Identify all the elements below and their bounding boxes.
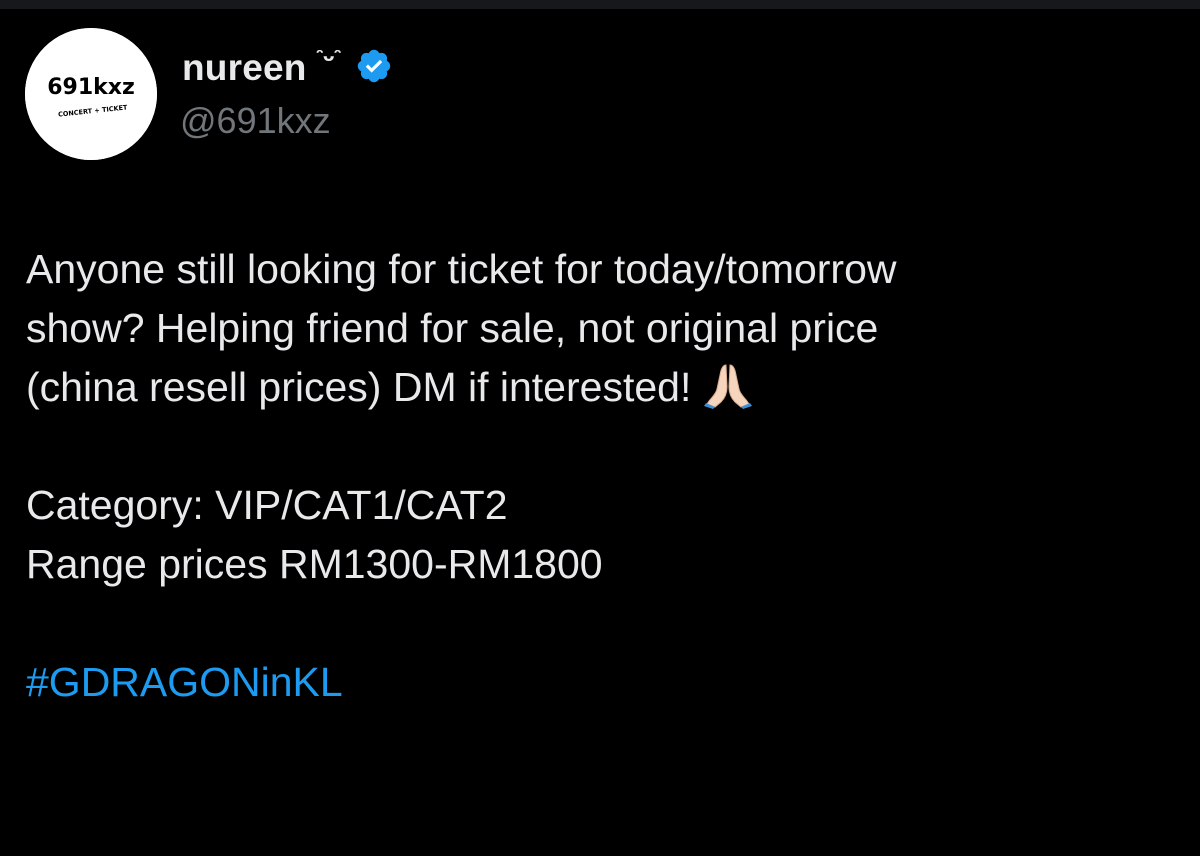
- verified-badge-icon[interactable]: [355, 47, 393, 85]
- price-line: Range prices RM1300-RM1800: [26, 541, 603, 587]
- author-name-row[interactable]: nureen ᵔᴗᵔ: [182, 44, 393, 92]
- tweet-text: Anyone still looking for ticket for toda…: [26, 240, 1176, 712]
- tweet-line: show? Helping friend for sale, not origi…: [26, 305, 879, 351]
- display-name[interactable]: nureen: [182, 47, 307, 89]
- author-handle[interactable]: @691kxz: [180, 100, 331, 142]
- top-strip: [0, 0, 1200, 9]
- avatar-logo-text: 691kxz: [47, 75, 135, 100]
- avatar-logo: 691kxz CONCERT + TICKET: [25, 28, 157, 160]
- folded-hands-icon: [703, 363, 753, 409]
- avatar[interactable]: 691kxz CONCERT + TICKET: [25, 28, 157, 160]
- hashtag-link[interactable]: #GDRAGONinKL: [26, 653, 1176, 712]
- tweet-line-text: (china resell prices) DM if interested!: [26, 364, 692, 410]
- tweet-line: Anyone still looking for ticket for toda…: [26, 246, 897, 292]
- name-emoticon: ᵔᴗᵔ: [315, 46, 342, 66]
- category-line: Category: VIP/CAT1/CAT2: [26, 482, 508, 528]
- tweet-line-with-emoji: (china resell prices) DM if interested!: [26, 358, 1176, 417]
